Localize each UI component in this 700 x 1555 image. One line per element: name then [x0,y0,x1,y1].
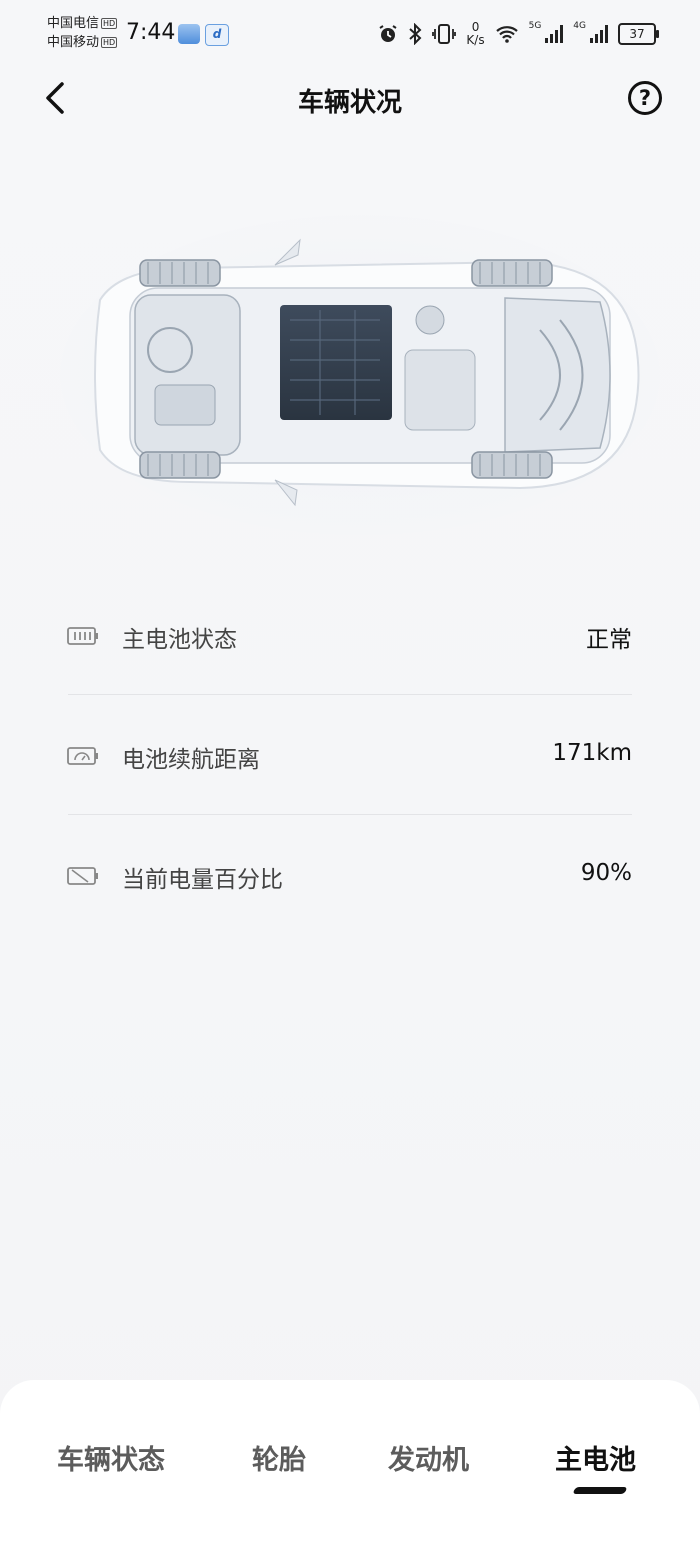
car-chassis-illustration [60,210,660,540]
bottom-tab-bar: 车辆状态 轮胎 发动机 主电池 [0,1380,700,1555]
app-notification-icon [178,24,200,44]
battery-range-label: 电池续航距离 [122,747,260,773]
hd-badge: HD [101,18,118,29]
app-notification-icon: d [205,24,229,46]
carrier-1: 中国电信 [47,16,100,31]
net-speed-unit: K/s [466,33,485,47]
signal-type-2: 4G [573,21,586,31]
battery-percent-value: 90% [580,860,632,886]
bluetooth-icon [409,23,422,45]
range-gauge-icon [67,747,98,765]
list-item: 主电池状态 正常 [66,606,632,666]
list-item: 当前电量百分比 90% [66,846,632,906]
hd-badge: HD [101,37,118,48]
carrier-info: 中国电信 HD 中国移动 HD [47,14,118,52]
wifi-icon [495,26,518,43]
clock: 7:44 [126,20,176,45]
list-item: 电池续航距离 171km [66,726,632,786]
signal-icon [590,25,608,43]
tab-vehicle-status[interactable]: 车辆状态 [57,1438,165,1477]
main-battery-status-value: 正常 [586,627,632,653]
battery-range-value: 171km [552,740,632,766]
system-icons: 0 K/s 5G 4G 37 [378,16,659,52]
divider [68,814,632,815]
vibrate-icon [432,24,457,44]
tab-main-battery[interactable]: 主电池 [555,1438,636,1477]
help-button[interactable]: ? [628,81,662,115]
active-tab-indicator [572,1487,628,1494]
signal-type-1: 5G [528,21,542,31]
alarm-icon [379,25,397,42]
battery-percent-icon [67,867,98,885]
main-battery-status-label: 主电池状态 [122,627,237,653]
battery-icon: 37 [618,23,659,45]
divider [68,694,632,695]
carrier-2: 中国移动 [47,35,100,50]
net-speed: 0 K/s [466,21,484,47]
signal-icon [545,25,564,43]
status-bar: 中国电信 HD 中国移动 HD 7:44 d 0 K/s 5G 4G 37 [0,0,700,70]
battery-level-icon [67,627,98,645]
battery-percent-label: 当前电量百分比 [122,867,283,893]
tab-engine[interactable]: 发动机 [388,1438,469,1477]
tab-tires[interactable]: 轮胎 [252,1438,306,1477]
page-title: 车辆状况 [297,88,402,118]
